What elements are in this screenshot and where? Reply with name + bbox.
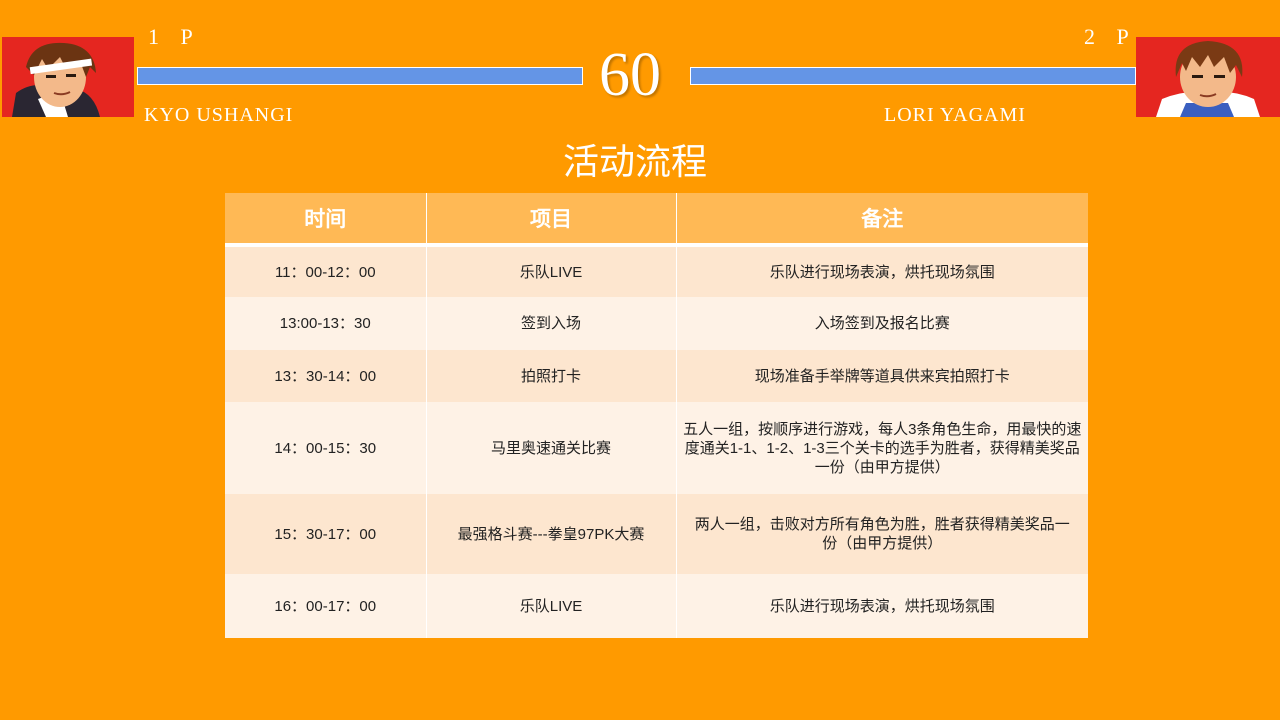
p2-health-bar bbox=[690, 67, 1136, 85]
p1-health-bar bbox=[137, 67, 583, 85]
cell-item: 签到入场 bbox=[426, 297, 677, 350]
table-row: 13:00-13：30 签到入场 入场签到及报名比赛 bbox=[225, 297, 1088, 350]
cell-note: 两人一组，击败对方所有角色为胜，胜者获得精美奖品一份（由甲方提供） bbox=[676, 494, 1088, 574]
p2-portrait bbox=[1136, 37, 1280, 117]
cell-time: 11：00-12：00 bbox=[225, 245, 427, 297]
cell-note: 入场签到及报名比赛 bbox=[676, 297, 1088, 350]
schedule-table: 时间 项目 备注 11：00-12：00 乐队LIVE 乐队进行现场表演，烘托现… bbox=[225, 193, 1088, 638]
cell-item: 拍照打卡 bbox=[426, 350, 677, 402]
p1-avatar-icon bbox=[2, 37, 134, 117]
p1-portrait bbox=[2, 37, 134, 117]
p1-tag: 1 P bbox=[148, 24, 201, 49]
table-row: 15：30-17：00 最强格斗赛---拳皇97PK大赛 两人一组，击败对方所有… bbox=[225, 494, 1088, 574]
p2-tag: 2 P bbox=[1084, 24, 1137, 49]
table-header-row: 时间 项目 备注 bbox=[225, 193, 1088, 247]
cell-time: 13:00-13：30 bbox=[225, 297, 427, 350]
cell-note: 现场准备手举牌等道具供来宾拍照打卡 bbox=[676, 350, 1088, 402]
cell-item: 乐队LIVE bbox=[426, 245, 677, 297]
table-row: 16：00-17：00 乐队LIVE 乐队进行现场表演，烘托现场氛围 bbox=[225, 574, 1088, 638]
cell-time: 14：00-15：30 bbox=[225, 402, 427, 494]
p2-avatar-icon bbox=[1136, 37, 1280, 117]
cell-note: 乐队进行现场表演，烘托现场氛围 bbox=[676, 245, 1088, 297]
p1-name: KYO USHANGI bbox=[144, 104, 294, 126]
cell-time: 13：30-14：00 bbox=[225, 350, 427, 402]
table-row: 14：00-15：30 马里奥速通关比赛 五人一组，按顺序进行游戏，每人3条角色… bbox=[225, 402, 1088, 494]
cell-note: 乐队进行现场表演，烘托现场氛围 bbox=[676, 574, 1088, 638]
cell-time: 15：30-17：00 bbox=[225, 494, 427, 574]
p2-name: LORI YAGAMI bbox=[884, 104, 1026, 126]
header-time: 时间 bbox=[225, 193, 427, 247]
table-row: 11：00-12：00 乐队LIVE 乐队进行现场表演，烘托现场氛围 bbox=[225, 245, 1088, 297]
header-item: 项目 bbox=[426, 193, 677, 247]
table-row: 13：30-14：00 拍照打卡 现场准备手举牌等道具供来宾拍照打卡 bbox=[225, 350, 1088, 402]
round-timer: 60 bbox=[599, 41, 661, 109]
cell-time: 16：00-17：00 bbox=[225, 574, 427, 638]
cell-item: 马里奥速通关比赛 bbox=[426, 402, 677, 494]
page-title: 活动流程 bbox=[562, 141, 707, 182]
cell-note: 五人一组，按顺序进行游戏，每人3条角色生命，用最快的速度通关1-1、1-2、1-… bbox=[676, 402, 1088, 494]
header-note: 备注 bbox=[676, 193, 1088, 247]
cell-item: 最强格斗赛---拳皇97PK大赛 bbox=[426, 494, 677, 574]
cell-item: 乐队LIVE bbox=[426, 574, 677, 638]
